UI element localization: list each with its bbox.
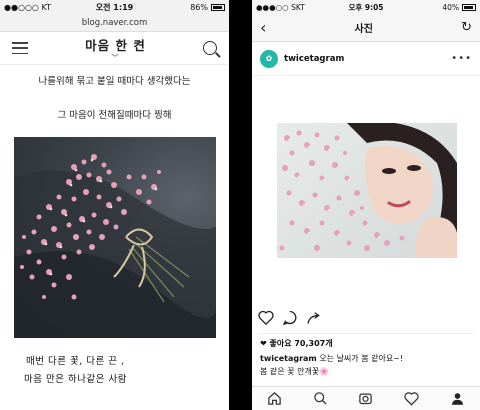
- page-title: 사진: [354, 24, 373, 35]
- battery-icon: [211, 4, 225, 11]
- menu-icon[interactable]: [12, 42, 28, 54]
- back-arrow-icon[interactable]: ‹: [260, 18, 266, 37]
- naver-blog-screen: ●●○○○ KT 오전 1:19 86% blog.naver.com 마음 한…: [0, 0, 229, 410]
- address-bar[interactable]: blog.naver.com: [0, 15, 229, 32]
- more-options-icon[interactable]: •••: [451, 53, 472, 64]
- post-text-line-3: 매번 다른 꽃, 다른 끈 ,: [26, 356, 125, 367]
- camera-icon[interactable]: [358, 391, 373, 406]
- bouquet-photo: [14, 137, 216, 338]
- status-time: 오후 9:05: [348, 2, 384, 12]
- battery-percent: 40%: [442, 2, 459, 12]
- avatar[interactable]: ✿: [260, 49, 278, 68]
- share-icon[interactable]: [306, 310, 322, 325]
- instagram-screen: ●●●○○ SKT 오후 9:05 40% ‹ 사진 ↻ ✿ twicetagr…: [252, 0, 480, 410]
- photo-nav-bar: ‹ 사진 ↻: [252, 14, 480, 42]
- caption-username[interactable]: twicetagram: [260, 354, 317, 363]
- likes-count[interactable]: ❤ 좋아요 70,307개: [260, 338, 333, 349]
- profile-icon[interactable]: [450, 391, 465, 406]
- bottom-tab-bar: [252, 386, 480, 410]
- heart-filled-icon: ❤: [260, 339, 270, 348]
- post-text-line-4: 마음 만은 하나같은 사람: [24, 374, 127, 385]
- status-right: 40%: [416, 3, 476, 12]
- activity-heart-icon[interactable]: [404, 391, 419, 406]
- status-time: 오전 1:19: [95, 3, 134, 12]
- battery-percent: 86%: [190, 3, 208, 12]
- caption-line-2: 봄 같은 꽃 안개꽃🌸: [260, 367, 330, 376]
- status-bar: ●●●○○ SKT 오후 9:05 40%: [252, 0, 480, 14]
- post-photo[interactable]: [277, 123, 457, 258]
- blog-title-text: 마음 한 켠: [85, 38, 146, 53]
- divider: [258, 333, 474, 334]
- post-actions: [258, 310, 322, 325]
- search-icon[interactable]: [313, 391, 328, 406]
- post-text-line-1: 나를위해 묶고 붙일 때마다 생각했다는: [38, 76, 191, 87]
- post-text-line-2: 그 마음이 전해질때마다 찡해: [57, 110, 172, 121]
- likes-text: 좋아요 70,307개: [269, 339, 333, 348]
- post-username[interactable]: twicetagram: [284, 54, 451, 64]
- battery-icon: [462, 3, 476, 11]
- carrier-label: ●●●○○ SKT: [256, 2, 305, 12]
- search-icon[interactable]: [203, 41, 217, 55]
- status-bar: ●●○○○ KT 오전 1:19 86%: [0, 0, 229, 15]
- home-icon[interactable]: [267, 391, 282, 406]
- post-header: ✿ twicetagram •••: [252, 42, 480, 76]
- comment-icon[interactable]: [282, 310, 298, 325]
- blog-header: 마음 한 켠 ﹀: [0, 32, 229, 65]
- status-right: 86%: [163, 3, 225, 12]
- post-caption: twicetagram 오는 날씨가 봄 같아요~!: [260, 353, 476, 364]
- heart-icon[interactable]: [258, 310, 274, 325]
- chevron-down-icon: ﹀: [111, 54, 120, 62]
- refresh-icon[interactable]: ↻: [461, 20, 472, 35]
- caption-text: 오는 날씨가 봄 같아요~!: [319, 354, 404, 363]
- carrier-label: ●●○○○ KT: [4, 3, 51, 12]
- blog-title[interactable]: 마음 한 켠 ﹀: [85, 35, 146, 62]
